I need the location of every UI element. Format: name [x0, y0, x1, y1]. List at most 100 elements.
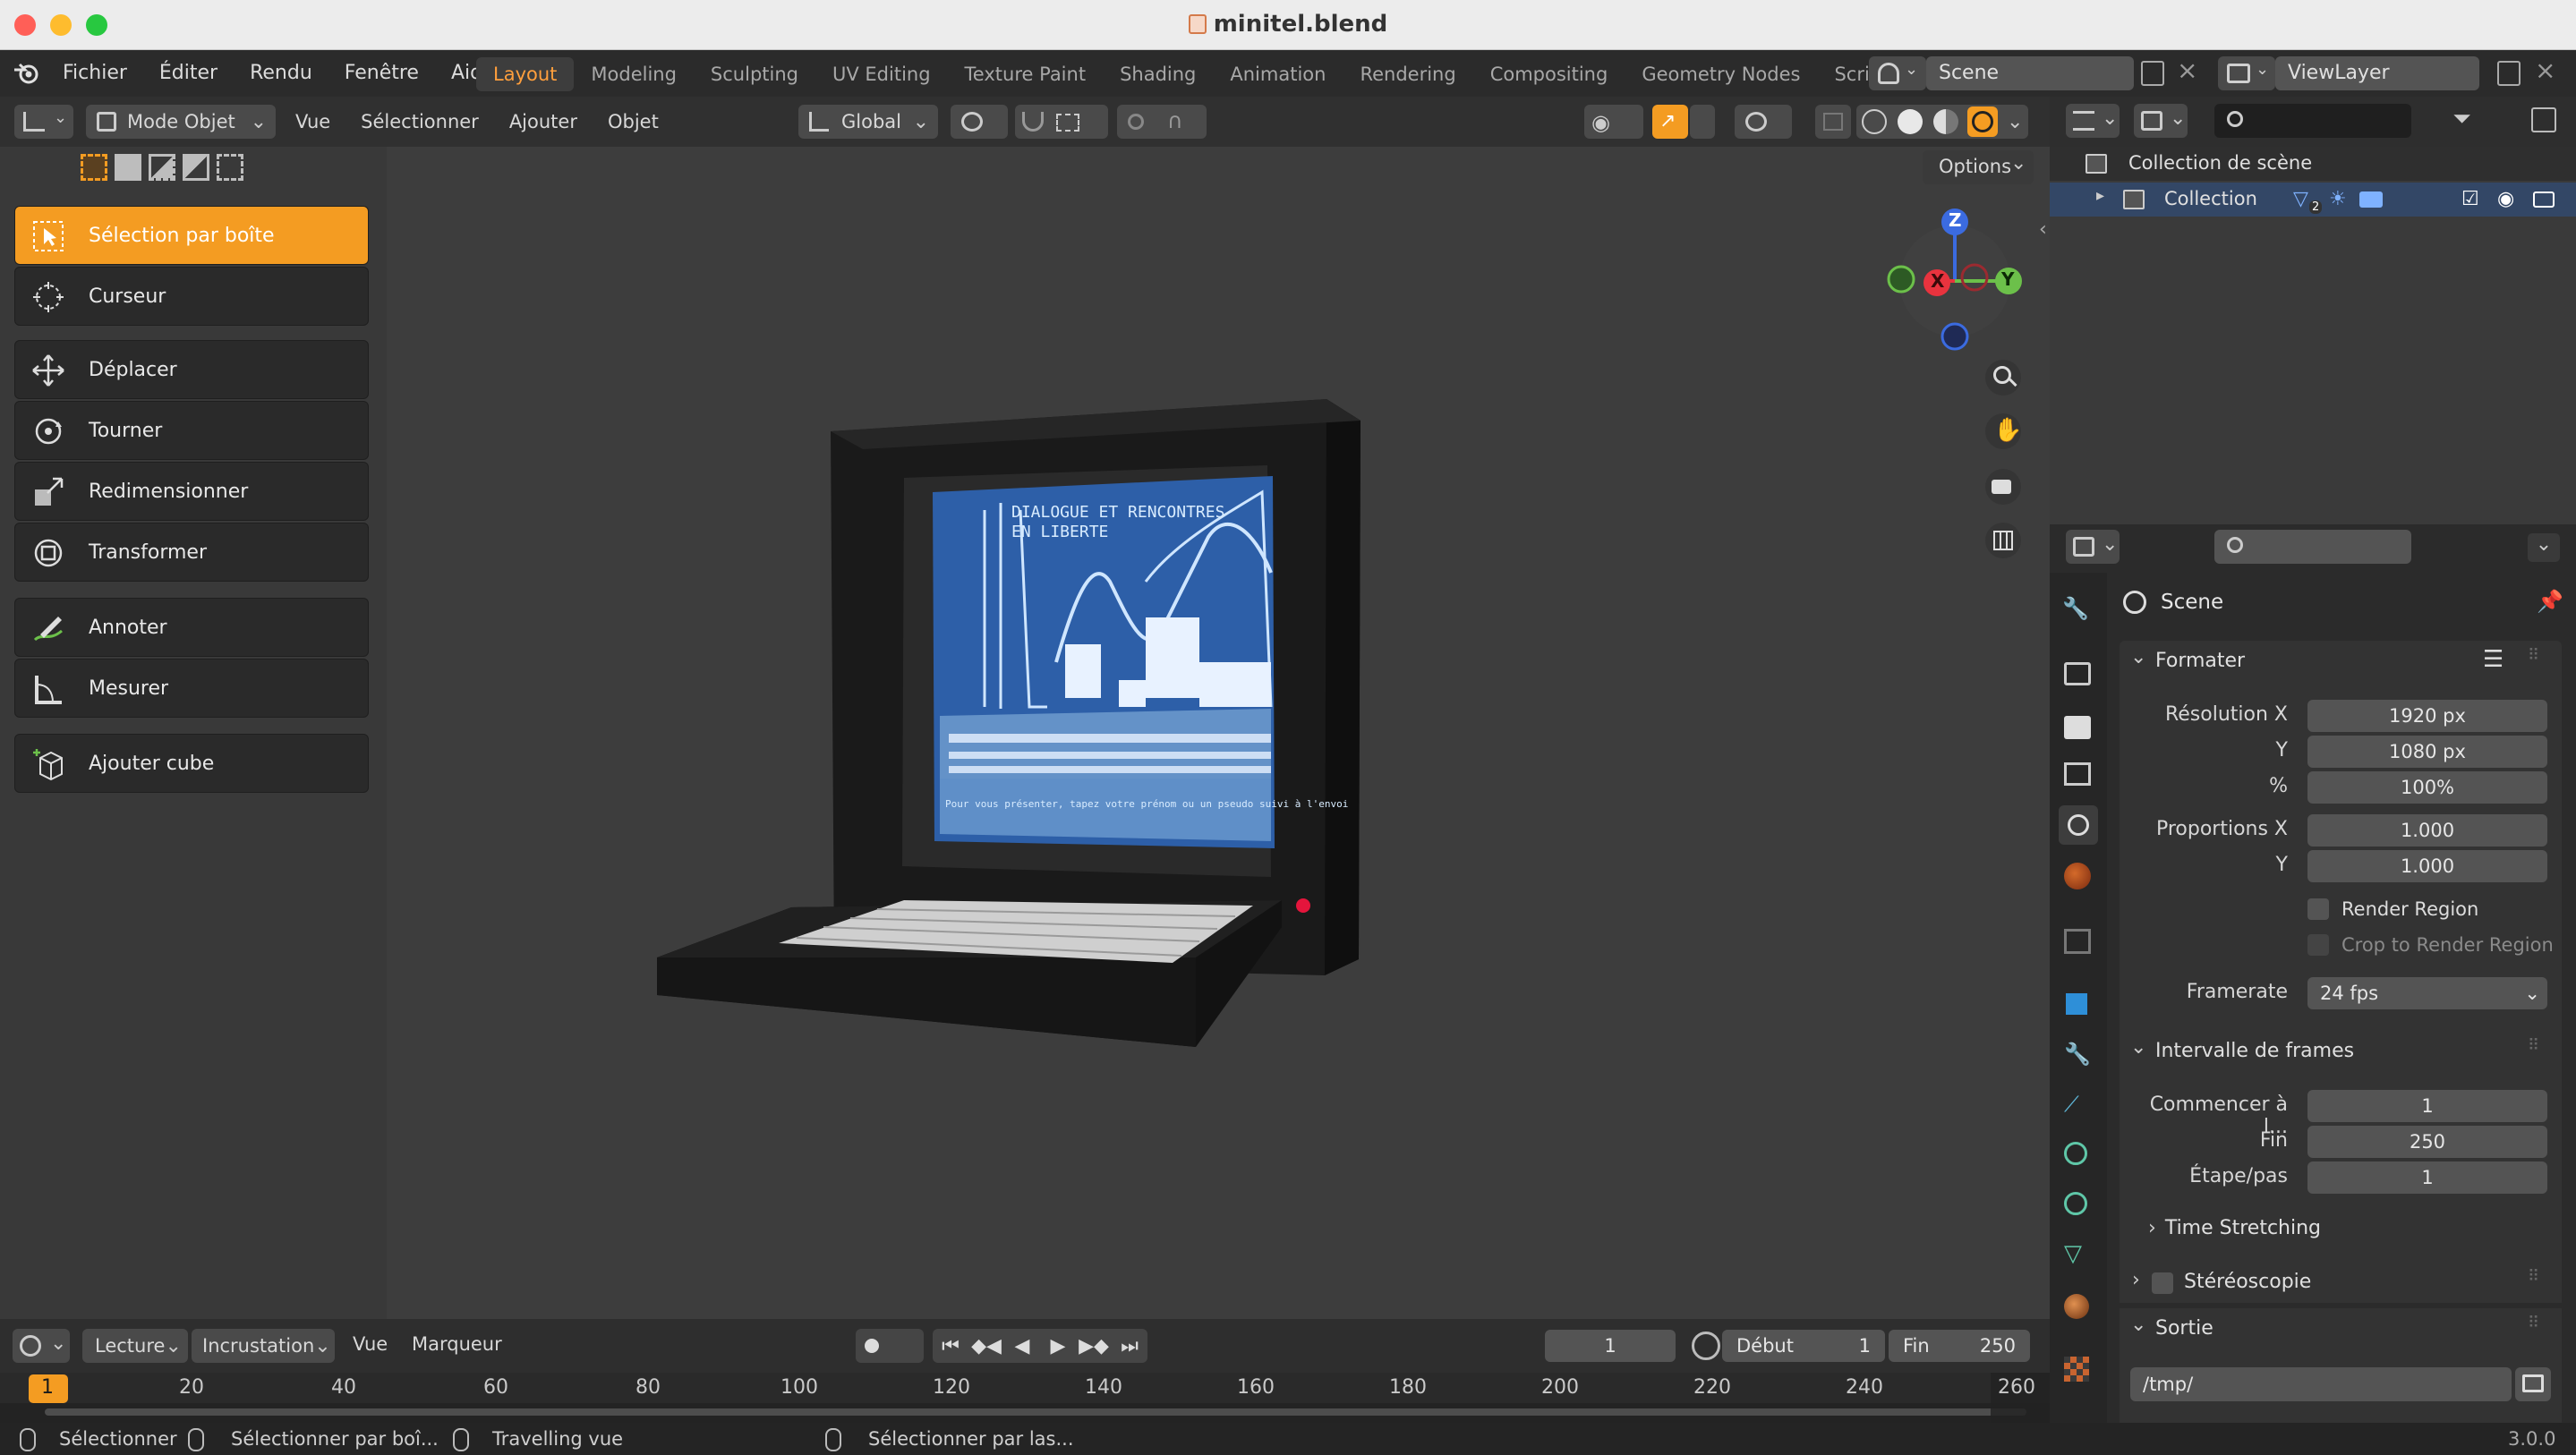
- frame-start-timeline-field[interactable]: Début 1: [1722, 1330, 1885, 1362]
- scene-tab-icon[interactable]: [2059, 805, 2098, 845]
- frame-end-field[interactable]: 250: [2307, 1126, 2547, 1158]
- snap-button[interactable]: [1015, 105, 1108, 139]
- eye-icon[interactable]: ◉: [2497, 188, 2514, 210]
- tool-add-cube[interactable]: Ajouter cube: [14, 734, 369, 793]
- checkbox-icon[interactable]: ☑: [2461, 188, 2479, 210]
- output-tab-icon[interactable]: [2064, 716, 2091, 739]
- resolution-y-field[interactable]: 1080 px: [2307, 736, 2547, 768]
- camera-render-icon[interactable]: [2533, 191, 2555, 208]
- blender-logo-icon[interactable]: [13, 59, 43, 88]
- outliner-search-input[interactable]: [2214, 104, 2411, 138]
- visibility-button[interactable]: ◉: [1584, 105, 1643, 139]
- tool-measure[interactable]: Mesurer: [14, 659, 369, 718]
- play-icon[interactable]: ▶: [1040, 1335, 1076, 1357]
- select-new-icon[interactable]: [81, 154, 107, 181]
- timeline-menu-marqueur[interactable]: Marqueur: [412, 1333, 502, 1355]
- scene-browse-button[interactable]: ⌄: [1869, 56, 1926, 90]
- xray-button[interactable]: [1815, 105, 1851, 139]
- timeline-menu-vue[interactable]: Vue: [353, 1333, 388, 1355]
- physics-tab-icon[interactable]: [2064, 1142, 2087, 1165]
- minitel-model[interactable]: DIALOGUE ET RENCONTRES EN LIBERTE Pour v…: [644, 394, 1378, 1056]
- checkbox-icon[interactable]: [2152, 1272, 2173, 1294]
- transform-orientation-selector[interactable]: Global ⌄: [798, 105, 938, 139]
- keying-dropdown[interactable]: Incrustation ⌄: [192, 1329, 335, 1363]
- mode-selector[interactable]: Mode Objet ⌄: [86, 105, 276, 139]
- browse-folder-button[interactable]: [2515, 1367, 2551, 1401]
- select-invert-icon[interactable]: [183, 154, 209, 181]
- menu-selectionner[interactable]: Sélectionner: [361, 111, 479, 132]
- new-collection-icon[interactable]: [2531, 107, 2556, 132]
- render-tab-icon[interactable]: [2064, 662, 2091, 685]
- delete-scene-icon[interactable]: ×: [2177, 55, 2197, 85]
- perspective-toggle-button[interactable]: [1985, 523, 2021, 558]
- texture-tab-icon[interactable]: [2064, 1357, 2089, 1382]
- outliner-editor-type-button[interactable]: ⌄: [2066, 104, 2120, 138]
- options-dropdown[interactable]: Options ⌄: [1923, 150, 2034, 184]
- pivot-point-button[interactable]: [951, 105, 1008, 139]
- constraints-tab-icon[interactable]: [2064, 1192, 2087, 1215]
- tab-modeling[interactable]: Modeling: [574, 57, 694, 91]
- next-keyframe-icon[interactable]: ▶◆: [1076, 1335, 1112, 1357]
- format-section-header[interactable]: ⌄ Formater ☰ ⠿: [2120, 641, 2562, 682]
- tab-animation[interactable]: Animation: [1213, 57, 1343, 91]
- resolution-x-field[interactable]: 1920 px: [2307, 700, 2547, 732]
- output-section-header[interactable]: ⌄ Sortie ⠿: [2120, 1308, 2562, 1349]
- tool-move[interactable]: Déplacer: [14, 340, 369, 399]
- properties-search-input[interactable]: [2214, 530, 2411, 564]
- sidebar-toggle-icon[interactable]: ‹: [2039, 218, 2047, 241]
- playback-dropdown[interactable]: Lecture ⌄: [82, 1329, 188, 1363]
- drag-handle-icon[interactable]: ⠿: [2528, 646, 2539, 665]
- frame-end-timeline-field[interactable]: Fin 250: [1889, 1330, 2030, 1362]
- frame-range-section-header[interactable]: ⌄ Intervalle de frames ⠿: [2120, 1031, 2562, 1072]
- timeline-scrollbar-thumb[interactable]: [45, 1408, 2026, 1416]
- menu-editer[interactable]: Éditer: [143, 50, 234, 97]
- select-intersect-icon[interactable]: [217, 154, 243, 181]
- viewlayer-browse-button[interactable]: ⌄: [2218, 56, 2275, 90]
- tool-cursor[interactable]: Curseur: [14, 267, 369, 326]
- proportional-edit-button[interactable]: ∩: [1117, 105, 1207, 139]
- tool-select-box[interactable]: Sélection par boîte: [14, 206, 369, 265]
- pan-button[interactable]: ✋: [1985, 413, 2022, 449]
- frame-start-field[interactable]: 1: [2307, 1090, 2547, 1122]
- preview-range-icon[interactable]: [1692, 1332, 1720, 1360]
- gizmo-options-button[interactable]: [1690, 105, 1715, 139]
- rendered-shading-icon[interactable]: [1967, 106, 1998, 137]
- collection-tab-icon[interactable]: [2064, 929, 2091, 954]
- tab-layout[interactable]: Layout: [476, 57, 575, 91]
- select-extend-icon[interactable]: [115, 154, 141, 181]
- time-stretching-subpanel[interactable]: › Time Stretching: [2148, 1217, 2321, 1239]
- play-reverse-icon[interactable]: ◀: [1004, 1335, 1040, 1357]
- output-path-field[interactable]: /tmp/: [2130, 1367, 2512, 1401]
- jump-start-icon[interactable]: ⏮: [933, 1335, 968, 1357]
- tab-compositing[interactable]: Compositing: [1473, 57, 1625, 91]
- tab-texture-paint[interactable]: Texture Paint: [948, 57, 1104, 91]
- light-icon[interactable]: ☀: [2329, 188, 2347, 210]
- jump-end-icon[interactable]: ⏭: [1112, 1335, 1147, 1357]
- drag-handle-icon[interactable]: ⠿: [2528, 1314, 2539, 1332]
- view-layer-tab-icon[interactable]: [2064, 762, 2091, 786]
- display-mode-button[interactable]: ⌄: [2134, 104, 2188, 138]
- menu-ajouter[interactable]: Ajouter: [509, 111, 577, 132]
- current-frame-field[interactable]: 1: [1545, 1330, 1676, 1362]
- properties-options-button[interactable]: ⌄: [2528, 533, 2560, 562]
- particles-tab-icon[interactable]: ⟋: [2064, 1092, 2079, 1117]
- tool-rotate[interactable]: Tourner: [14, 401, 369, 460]
- menu-rendu[interactable]: Rendu: [234, 50, 328, 97]
- tab-geometry-nodes[interactable]: Geometry Nodes: [1625, 57, 1817, 91]
- resolution-percent-field[interactable]: 100%: [2307, 771, 2547, 804]
- tab-shading[interactable]: Shading: [1103, 57, 1213, 91]
- modifiers-tab-icon[interactable]: 🔧: [2064, 1042, 2091, 1067]
- delete-viewlayer-icon[interactable]: ×: [2535, 55, 2555, 85]
- drag-handle-icon[interactable]: ⠿: [2528, 1267, 2539, 1286]
- wireframe-shading-icon[interactable]: [1862, 109, 1887, 134]
- data-tab-icon[interactable]: ▽: [2064, 1240, 2082, 1267]
- menu-objet[interactable]: Objet: [608, 111, 659, 132]
- tab-rendering[interactable]: Rendering: [1343, 57, 1472, 91]
- mesh-filter-icon[interactable]: ▽: [2293, 188, 2308, 210]
- expand-arrow-icon[interactable]: ▸: [2096, 186, 2104, 205]
- overlays-button[interactable]: [1735, 105, 1792, 139]
- presets-icon[interactable]: ☰: [2483, 646, 2503, 673]
- timeline-editor-type-button[interactable]: ⌄: [13, 1329, 70, 1363]
- viewlayer-name-field[interactable]: ViewLayer: [2275, 56, 2479, 90]
- aspect-x-field[interactable]: 1.000: [2307, 814, 2547, 847]
